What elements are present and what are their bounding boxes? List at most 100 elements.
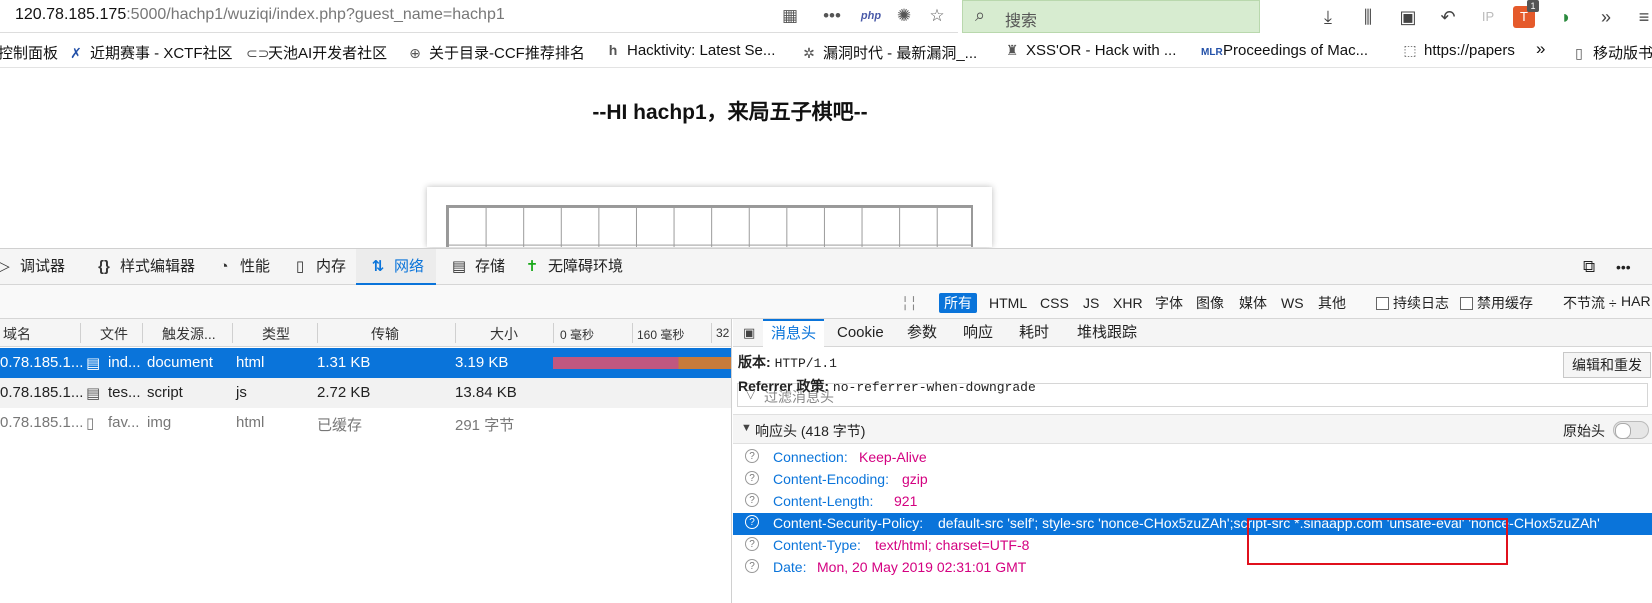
- bookmarks-overflow-icon[interactable]: »: [1536, 39, 1545, 59]
- waterfall-bar: [553, 357, 731, 369]
- bookmark-item[interactable]: ▯移动版书签: [1571, 42, 1652, 63]
- overflow-chevron-icon[interactable]: »: [1593, 4, 1619, 30]
- request-row[interactable]: 0.78.185.1... ▤ ind... document html 1.3…: [0, 348, 731, 378]
- help-icon[interactable]: ?: [745, 449, 759, 463]
- help-icon[interactable]: ?: [745, 493, 759, 507]
- tab-stack-trace[interactable]: 堆栈跟踪: [1069, 319, 1145, 347]
- edit-resend-button[interactable]: 编辑和重发: [1563, 352, 1651, 378]
- response-headers-section[interactable]: ▼ 响应头 (418 字节) 原始头: [733, 414, 1652, 444]
- qr-code-icon[interactable]: ▦: [778, 4, 802, 28]
- help-icon[interactable]: ?: [745, 515, 759, 529]
- request-row[interactable]: 0.78.185.1... ▯ fav... img html 已缓存 291 …: [0, 408, 731, 438]
- bookmark-item[interactable]: ✲ 漏洞时代 - 最新漏洞_...: [801, 42, 977, 63]
- bookmark-item[interactable]: ♜ XSS'OR - Hack with ...: [1004, 42, 1177, 59]
- request-row[interactable]: 0.78.185.1... ▤ tes... script js 2.72 KB…: [0, 378, 731, 408]
- column-domain[interactable]: 域名: [3, 324, 31, 344]
- more-icon[interactable]: •••: [820, 4, 844, 28]
- search-box[interactable]: ⌕ 搜索: [962, 0, 1260, 33]
- devtools-more-icon[interactable]: •••: [1616, 249, 1631, 285]
- ip-icon[interactable]: IP: [1475, 4, 1501, 30]
- filter-xhr[interactable]: XHR: [1108, 293, 1148, 313]
- toggle-sidebar-icon[interactable]: ▣: [735, 319, 763, 347]
- page-heading: --HI hachp1，来局五子棋吧--: [592, 101, 868, 124]
- header-row[interactable]: ? Date: Mon, 20 May 2019 02:31:01 GMT: [733, 557, 1652, 579]
- gomoku-board[interactable]: [427, 187, 992, 247]
- library-icon[interactable]: ⫼: [1355, 4, 1381, 30]
- bookmark-item[interactable]: MLRProceedings of Mac...: [1201, 42, 1368, 59]
- filter-js[interactable]: JS: [1078, 293, 1104, 313]
- devtools-panel: ▷ 调试器 {} 样式编辑器 ◔ 性能 ▯ 内存 ⇅ 网络 ▤ 存储 ✝ 无障碍环境 ⧉ ••…: [0, 248, 1652, 603]
- file-icon: ▯: [86, 415, 95, 432]
- bookmark-item[interactable]: ⬚ https://papers: [1402, 42, 1528, 59]
- filter-all[interactable]: 所有: [939, 293, 977, 313]
- bug-icon: ✲: [803, 45, 815, 61]
- header-row[interactable]: ? Content-Encoding: gzip: [733, 469, 1652, 491]
- url-text[interactable]: 120.78.185.175:5000/hachp1/wuziqi/index.…: [15, 6, 505, 24]
- bookmark-item[interactable]: ✗ 近期赛事 - XCTF社区: [68, 42, 232, 63]
- column-file[interactable]: 文件: [100, 324, 128, 344]
- throttle-select[interactable]: 不节流 ÷: [1563, 293, 1617, 313]
- tab-accessibility[interactable]: ✝ 无障碍环境: [514, 249, 631, 285]
- help-icon[interactable]: ?: [745, 537, 759, 551]
- persist-logs-checkbox[interactable]: 持续日志: [1376, 293, 1449, 313]
- page-icon: ⬚: [1403, 42, 1417, 58]
- pause-icon[interactable]: ╎╎: [896, 293, 923, 313]
- extension-icon[interactable]: ◗: [1553, 4, 1579, 30]
- cell-cause: document: [147, 354, 213, 371]
- bookmark-item[interactable]: ⊕ 关于目录-CCF推荐排名: [407, 42, 585, 63]
- board-grid[interactable]: [446, 205, 973, 247]
- column-size[interactable]: 大小: [490, 324, 518, 344]
- column-transferred[interactable]: 传输: [371, 324, 399, 344]
- disable-cache-checkbox[interactable]: 禁用缓存: [1460, 293, 1533, 313]
- tab-debugger[interactable]: ▷ 调试器: [0, 249, 73, 285]
- php-extension-icon[interactable]: php: [859, 4, 883, 28]
- cell-cause: img: [147, 414, 172, 431]
- cell-size: 13.84 KB: [455, 384, 517, 401]
- tab-response[interactable]: 响应: [955, 319, 1001, 347]
- tab-storage[interactable]: ▤ 存储: [441, 249, 513, 285]
- filter-other[interactable]: 其他: [1313, 293, 1351, 313]
- url-bar[interactable]: 120.78.185.175:5000/hachp1/wuziqi/index.…: [0, 0, 958, 33]
- filter-fonts[interactable]: 字体: [1150, 293, 1188, 313]
- tab-performance[interactable]: ◔ 性能: [206, 249, 278, 285]
- reader-icon[interactable]: ▣: [1395, 4, 1421, 30]
- header-row[interactable]: ? Content-Type: text/html; charset=UTF-8: [733, 535, 1652, 557]
- header-row[interactable]: ? Connection: Keep-Alive: [733, 447, 1652, 469]
- column-cause[interactable]: 触发源...: [162, 324, 216, 344]
- collapse-arrow-icon[interactable]: ▼: [741, 422, 752, 434]
- filter-html[interactable]: HTML: [984, 293, 1032, 313]
- tab-style-editor[interactable]: {} 样式编辑器: [86, 249, 203, 285]
- search-icon: ⌕: [975, 5, 986, 25]
- har-menu[interactable]: HAR: [1621, 293, 1651, 309]
- bookmark-star-icon[interactable]: ☆: [925, 4, 949, 28]
- cell-domain: 0.78.185.1...: [0, 384, 84, 401]
- menu-icon[interactable]: ≡: [1631, 4, 1652, 30]
- header-row[interactable]: ? Content-Length: 921: [733, 491, 1652, 513]
- dock-side-icon[interactable]: ⧉: [1583, 249, 1595, 285]
- performance-icon: ◔: [219, 258, 229, 275]
- tab-params[interactable]: 参数: [899, 319, 945, 347]
- cell-transferred: 2.72 KB: [317, 384, 371, 401]
- raw-headers-toggle[interactable]: [1613, 421, 1649, 439]
- filter-css[interactable]: CSS: [1035, 293, 1074, 313]
- tab-timings[interactable]: 耗时: [1011, 319, 1057, 347]
- cell-type: html: [236, 414, 265, 431]
- tab-network[interactable]: ⇅ 网络: [356, 249, 437, 285]
- bookmark-item[interactable]: 控制面板: [0, 42, 58, 63]
- help-icon[interactable]: ?: [745, 559, 759, 573]
- filter-ws[interactable]: WS: [1276, 293, 1309, 313]
- filter-media[interactable]: 媒体: [1234, 293, 1272, 313]
- bookmark-item[interactable]: h Hacktivity: Latest Se...: [605, 42, 776, 59]
- puzzle-icon[interactable]: ✺: [892, 4, 916, 28]
- tianchi-icon: ⊂⊃: [246, 45, 270, 61]
- tab-cookies[interactable]: Cookie: [829, 319, 892, 347]
- back-arrow-icon[interactable]: ↶: [1435, 4, 1461, 30]
- download-icon[interactable]: ⤓: [1315, 4, 1341, 30]
- header-row-csp[interactable]: ? Content-Security-Policy: default-src '…: [733, 513, 1652, 535]
- filter-images[interactable]: 图像: [1191, 293, 1229, 313]
- help-icon[interactable]: ?: [745, 471, 759, 485]
- column-type[interactable]: 类型: [262, 324, 290, 344]
- tab-headers[interactable]: 消息头: [763, 319, 825, 347]
- tab-memory[interactable]: ▯ 内存: [282, 249, 354, 285]
- bookmark-item[interactable]: ⊂⊃天池AI开发者社区: [246, 42, 387, 63]
